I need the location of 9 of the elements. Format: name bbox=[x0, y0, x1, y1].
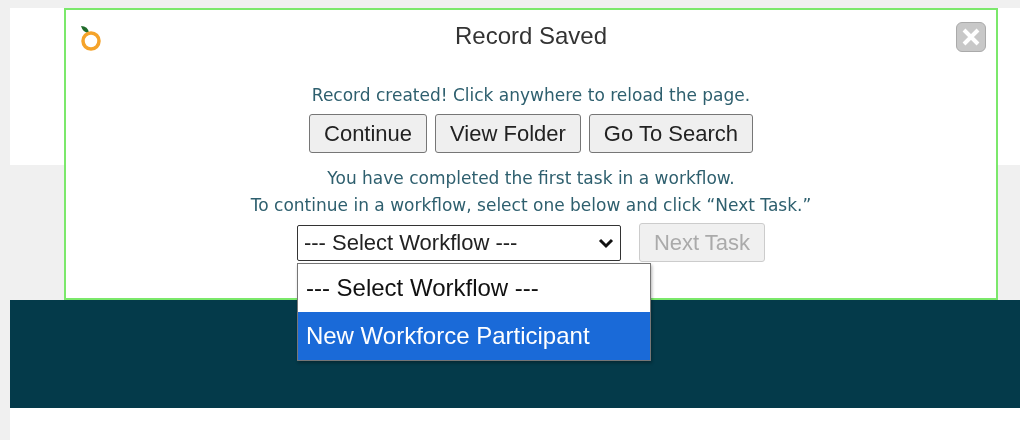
instruction-text: You have completed the first task in a workflow. bbox=[327, 167, 735, 190]
dropdown-option[interactable]: --- Select Workflow --- bbox=[297, 263, 650, 312]
action-button[interactable]: Continue bbox=[309, 114, 428, 153]
success-message: Record created! Click anywhere to reload the page. bbox=[311, 84, 751, 106]
dropdown-option[interactable]: New Workforce Participant bbox=[297, 311, 650, 360]
action-button[interactable]: Go To Search bbox=[588, 114, 753, 153]
dialog-title: Record Saved bbox=[454, 22, 608, 50]
action-button[interactable]: View Folder bbox=[435, 114, 581, 153]
instruction-text: To continue in a workflow, select one below and click “Next Task.” bbox=[250, 194, 812, 217]
